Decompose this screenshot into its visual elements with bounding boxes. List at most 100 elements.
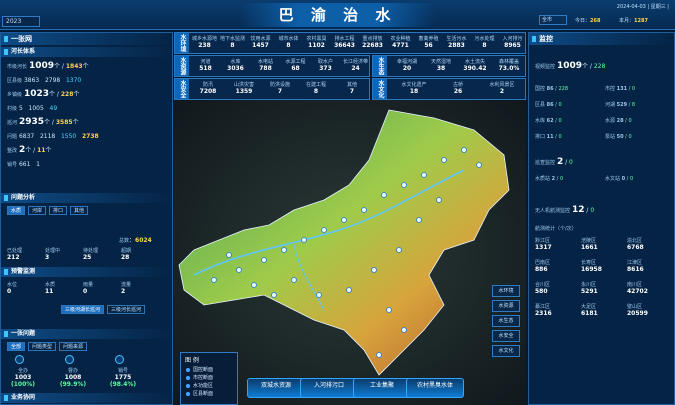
row-fix: 整改 2个 / 11个 <box>7 145 52 155</box>
tab-three-level-patrol[interactable]: 三级河湖长巡河 <box>61 305 105 314</box>
uav-monitor-summary: 无人机航测监控 12 / 0 <box>535 205 595 215</box>
strip-cell: 幸福河湖 20 <box>396 59 417 72</box>
bottom-btn-rural[interactable]: 农村黑臭水体 <box>406 378 464 398</box>
tab-outlet[interactable]: 排口 <box>49 206 68 215</box>
strip-water-ecology[interactable]: 水生态 幸福河湖 20 天然湿地 38 水土流失 390.42 森林覆盖 73.0% <box>372 55 526 77</box>
section-river-chief: 河长体系 <box>1 47 174 57</box>
strip-water-culture[interactable]: 水文化 水文化遗产 18 古桥 26 水利风景区 2 <box>372 78 526 100</box>
tab-other[interactable]: 其他 <box>70 206 89 215</box>
map-btn-resources[interactable]: 水资源 <box>492 300 520 312</box>
row-city-chief: 市级河长 1009个 / 1843个 <box>7 61 89 71</box>
date-display: 2024-04-03 | 星期三 | <box>616 4 669 10</box>
video-row: 水源 28 / 0 <box>605 118 632 124</box>
strip-cell: 水利风景区 2 <box>489 82 515 95</box>
progress-dot <box>15 355 24 364</box>
strip-cell: 天然湿地 38 <box>430 59 451 72</box>
tab-all[interactable]: 全部 <box>7 342 26 351</box>
legend-item[interactable]: 水功能区 <box>181 382 237 390</box>
strip-cell: 河道 518 <box>199 59 212 72</box>
strip-cell: 水源工程 68 <box>285 59 306 72</box>
patrol-type-tabs: 三级河湖长巡河 三级河长巡河 <box>61 305 146 314</box>
left-panel-title: 一张网 <box>1 33 172 45</box>
video-row: 泵站 50 / 0 <box>605 134 632 140</box>
legend-item[interactable]: 市控断面 <box>181 374 237 382</box>
warning-level: 水位 0 <box>7 282 18 295</box>
analysis-done: 已处理 212 <box>7 248 23 261</box>
tab-water-quality[interactable]: 水质 <box>7 206 26 215</box>
strip-cell: 其他 7 <box>346 82 357 95</box>
problem-tabs: 全部 问题类型 问题来源 <box>7 342 88 351</box>
uav-cell: 渝北区 6768 <box>627 238 644 251</box>
legend-title: 图 例 <box>185 357 199 364</box>
tab-problem-source[interactable]: 问题来源 <box>59 342 88 351</box>
strip-cell: 防汛 7208 <box>199 82 217 95</box>
map-side-buttons: 水环境 水资源 水生态 水安全 水文化 <box>492 285 520 360</box>
strip-cell: 水土流失 390.42 <box>463 59 487 72</box>
progress-dots <box>7 355 167 365</box>
header-right: 2024-04-03 | 星期三 | 全市 今日：268 本月：1287 <box>539 3 669 27</box>
map-btn-ecology[interactable]: 水生态 <box>492 315 520 327</box>
uav-cell: 江津区 8616 <box>627 260 644 273</box>
warning-quality: 水质 11 <box>45 282 56 295</box>
top-bar: 2023 巴 渝 治 水 2024-04-03 | 星期三 | 全市 今日：26… <box>0 0 675 30</box>
tab-problem-type[interactable]: 问题类型 <box>28 342 57 351</box>
strip-water-resources[interactable]: 水资源 河道 518 水库 3036 水电站 788 水源工程 68 取水户 373 长江… <box>174 55 370 77</box>
stat-today: 今日：268 <box>575 18 601 24</box>
section-issue-analysis: 问题分析 <box>1 193 174 203</box>
video-row: 市控 131 / 0 <box>605 86 636 92</box>
year-select[interactable]: 2023 <box>2 16 40 27</box>
strip-cell: 山洪灾害 1359 <box>233 82 254 95</box>
uav-cell: 永川区 5291 <box>581 282 598 295</box>
strip-water-environment[interactable]: 水环境 城乡水源地 238 地下水监测 8 饮用水源 1457 城市水体 8 农村黑臭 1… <box>174 32 526 54</box>
map-btn-safety[interactable]: 水安全 <box>492 330 520 342</box>
strip-cell: 在建工程 8 <box>305 82 326 95</box>
uav-subtitle: 航测统计（个/次） <box>535 226 577 232</box>
map-btn-environment[interactable]: 水环境 <box>492 285 520 297</box>
tab-river-patrol[interactable]: 三级河长巡河 <box>107 305 146 314</box>
strip-cell: 入河排污 8965 <box>502 36 523 49</box>
patrol-monitor-summary: 巡查监控 2 / 0 <box>535 157 573 167</box>
video-row: 河湖 529 / 8 <box>605 102 636 108</box>
uav-cell: 南川区 42702 <box>627 282 648 295</box>
bottom-btn-outfall[interactable]: 入河排污口 <box>300 378 358 398</box>
analysis-overdue: 超期 28 <box>121 248 132 261</box>
analysis-doing: 处理中 3 <box>45 248 61 261</box>
strip-cell: 排水工程 36643 <box>334 36 355 49</box>
patrol-row: 水文站 0 / 0 <box>605 176 634 182</box>
legend-item[interactable]: 国控断面 <box>181 366 237 374</box>
warning-rain: 雨量 0 <box>83 282 94 295</box>
strip-cell: 农业种植 4771 <box>390 36 411 49</box>
analysis-todo: 待处理 25 <box>83 248 99 261</box>
section-warning: 预警监测 <box>1 267 174 277</box>
uav-cell: 璧山区 20599 <box>627 304 648 317</box>
row-closed: 销号 661 1 <box>7 161 40 168</box>
tab-bank[interactable]: 河岸 <box>28 206 47 215</box>
strip-cell: 农村黑臭 1102 <box>306 36 327 49</box>
bottom-btn-industry[interactable]: 工业集聚 <box>353 378 411 398</box>
row-patrol: 巡河 2935个 / 3585个 <box>7 117 79 127</box>
strip-cell: 古桥 26 <box>452 82 463 95</box>
top-strip: 水环境 城乡水源地 238 地下水监测 8 饮用水源 1457 城市水体 8 农村黑臭 1… <box>174 32 526 100</box>
strip-cell: 取水户 373 <box>317 59 333 72</box>
progress-close: 销号 1775 (98.4%) <box>109 368 137 388</box>
strip-cell: 污水处理 8 <box>474 36 495 49</box>
uav-cell: 大足区 6181 <box>581 304 598 317</box>
legend-item[interactable]: 区县断面 <box>181 390 237 398</box>
bottom-btn-water-resources[interactable]: 双城水资源 <box>247 378 305 398</box>
map-btn-culture[interactable]: 水文化 <box>492 345 520 357</box>
row-town: 乡镇级 1023个 / 228个 <box>7 89 80 99</box>
uav-cell: 涪陵区 1661 <box>581 238 598 251</box>
stat-month: 本月：1287 <box>619 18 648 24</box>
strip-cell: 森林覆盖 73.0% <box>498 59 520 72</box>
section-cooperation: 业务协同 <box>1 393 174 403</box>
strip-cell: 长江经济带 24 <box>342 59 368 72</box>
strip-cell: 地下水监测 8 <box>219 36 245 49</box>
progress-supervise: 督办 1008 (99.9%) <box>59 368 87 388</box>
strip-water-safety[interactable]: 水安全 防汛 7208 山洪灾害 1359 防洪设施 7 在建工程 8 其他 7 <box>174 78 370 100</box>
region-select[interactable]: 全市 <box>539 15 567 25</box>
uav-cell: 合川区 580 <box>535 282 551 295</box>
uav-cell: 巴南区 886 <box>535 260 551 273</box>
row-issues: 问题 6837 2118 1550 2738 <box>7 133 99 140</box>
uav-cell: 黔江区 1317 <box>535 238 552 251</box>
uav-cell: 长寿区 16958 <box>581 260 602 273</box>
